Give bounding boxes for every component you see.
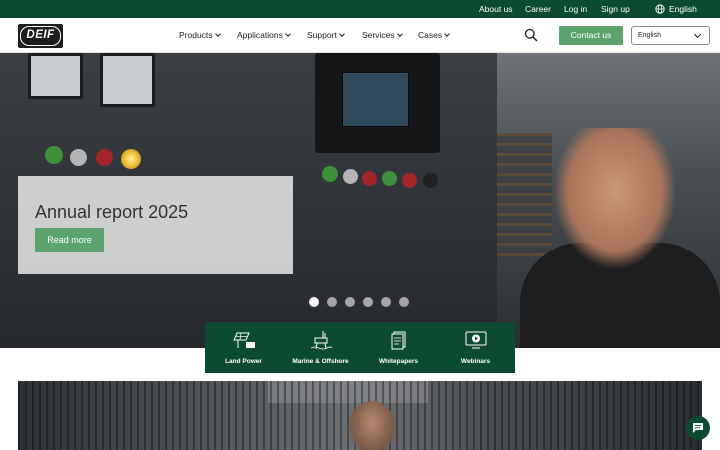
offshore-rig-icon bbox=[310, 331, 333, 350]
analog-gauge bbox=[100, 53, 155, 107]
indicator-lamp bbox=[45, 146, 63, 164]
chevron-down-icon bbox=[338, 31, 345, 37]
category-land-power[interactable]: Land Power bbox=[205, 322, 282, 373]
deif-logo[interactable]: DEIF bbox=[18, 24, 63, 48]
carousel-dot-3[interactable] bbox=[345, 297, 355, 307]
nav-support[interactable]: Support bbox=[307, 30, 345, 41]
carousel-dots bbox=[309, 297, 419, 309]
chat-button[interactable] bbox=[686, 416, 710, 440]
globe-icon[interactable] bbox=[655, 4, 665, 14]
carousel-dot-2[interactable] bbox=[327, 297, 337, 307]
indicator-lamp bbox=[121, 149, 141, 169]
technician-face bbox=[555, 128, 675, 268]
nav-applications[interactable]: Applications bbox=[237, 30, 291, 41]
category-strip: Land Power Marine & Offshore Whitepapers bbox=[205, 322, 515, 373]
category-label: Marine & Offshore bbox=[292, 358, 349, 365]
indicator-lamp bbox=[362, 171, 377, 186]
hero-promo-box: Annual report 2025 Read more bbox=[18, 176, 293, 274]
language-link[interactable]: English bbox=[669, 4, 697, 14]
about-us-link[interactable]: About us bbox=[479, 4, 513, 14]
nav-products[interactable]: Products bbox=[179, 30, 221, 41]
logo-text: DEIF bbox=[20, 26, 61, 46]
category-whitepapers[interactable]: Whitepapers bbox=[360, 322, 437, 373]
top-utility-bar: About us Career Log in Sign up English bbox=[0, 0, 720, 18]
indicator-lamp bbox=[322, 166, 338, 182]
chevron-down-icon bbox=[396, 31, 403, 37]
chat-icon bbox=[693, 423, 703, 433]
nav-support-label: Support bbox=[307, 30, 337, 40]
video-play-icon bbox=[465, 331, 487, 349]
chevron-down-icon bbox=[693, 30, 702, 39]
nav-services-label: Services bbox=[362, 30, 395, 40]
language-select-value: English bbox=[638, 32, 661, 39]
chevron-down-icon bbox=[285, 31, 291, 37]
contact-us-button[interactable]: Contact us bbox=[559, 26, 623, 45]
chevron-down-icon bbox=[444, 31, 450, 37]
indicator-lamp bbox=[96, 149, 113, 166]
nav-cases-label: Cases bbox=[418, 30, 443, 40]
read-more-button[interactable]: Read more bbox=[35, 228, 104, 252]
career-link[interactable]: Career bbox=[525, 4, 551, 14]
hero-banner: Annual report 2025 Read more bbox=[0, 53, 720, 348]
log-in-link[interactable]: Log in bbox=[564, 4, 587, 14]
chevron-down-icon bbox=[214, 31, 221, 37]
analog-gauge bbox=[28, 53, 83, 99]
main-header: DEIF Products Applications Support Servi… bbox=[0, 18, 720, 53]
secondary-image bbox=[18, 381, 702, 450]
solar-panel-icon bbox=[233, 332, 255, 348]
indicator-lamp bbox=[70, 149, 87, 166]
indicator-lamp bbox=[382, 171, 397, 186]
carousel-dot-1[interactable] bbox=[309, 297, 319, 307]
category-webinars[interactable]: Webinars bbox=[437, 322, 514, 373]
document-icon bbox=[391, 331, 406, 350]
category-label: Land Power bbox=[225, 358, 262, 365]
carousel-dot-6[interactable] bbox=[399, 297, 409, 307]
nav-cases[interactable]: Cases bbox=[418, 30, 450, 41]
nav-products-label: Products bbox=[179, 30, 213, 40]
search-icon[interactable] bbox=[524, 28, 538, 42]
controller-display bbox=[315, 53, 440, 153]
nav-services[interactable]: Services bbox=[362, 30, 403, 41]
engineer-head bbox=[348, 401, 396, 450]
category-label: Whitepapers bbox=[378, 358, 418, 365]
language-select[interactable]: English bbox=[631, 26, 710, 45]
carousel-dot-4[interactable] bbox=[363, 297, 373, 307]
indicator-lamp bbox=[402, 173, 417, 188]
hero-title: Annual report 2025 bbox=[35, 202, 189, 222]
indicator-lamp bbox=[343, 169, 358, 184]
sign-up-link[interactable]: Sign up bbox=[601, 4, 630, 14]
terminal-rack bbox=[497, 133, 552, 263]
category-marine-offshore[interactable]: Marine & Offshore bbox=[282, 322, 359, 373]
category-label: Webinars bbox=[460, 358, 491, 365]
carousel-dot-5[interactable] bbox=[381, 297, 391, 307]
nav-applications-label: Applications bbox=[237, 30, 283, 40]
indicator-lamp bbox=[423, 173, 438, 188]
controller-screen bbox=[342, 72, 409, 127]
